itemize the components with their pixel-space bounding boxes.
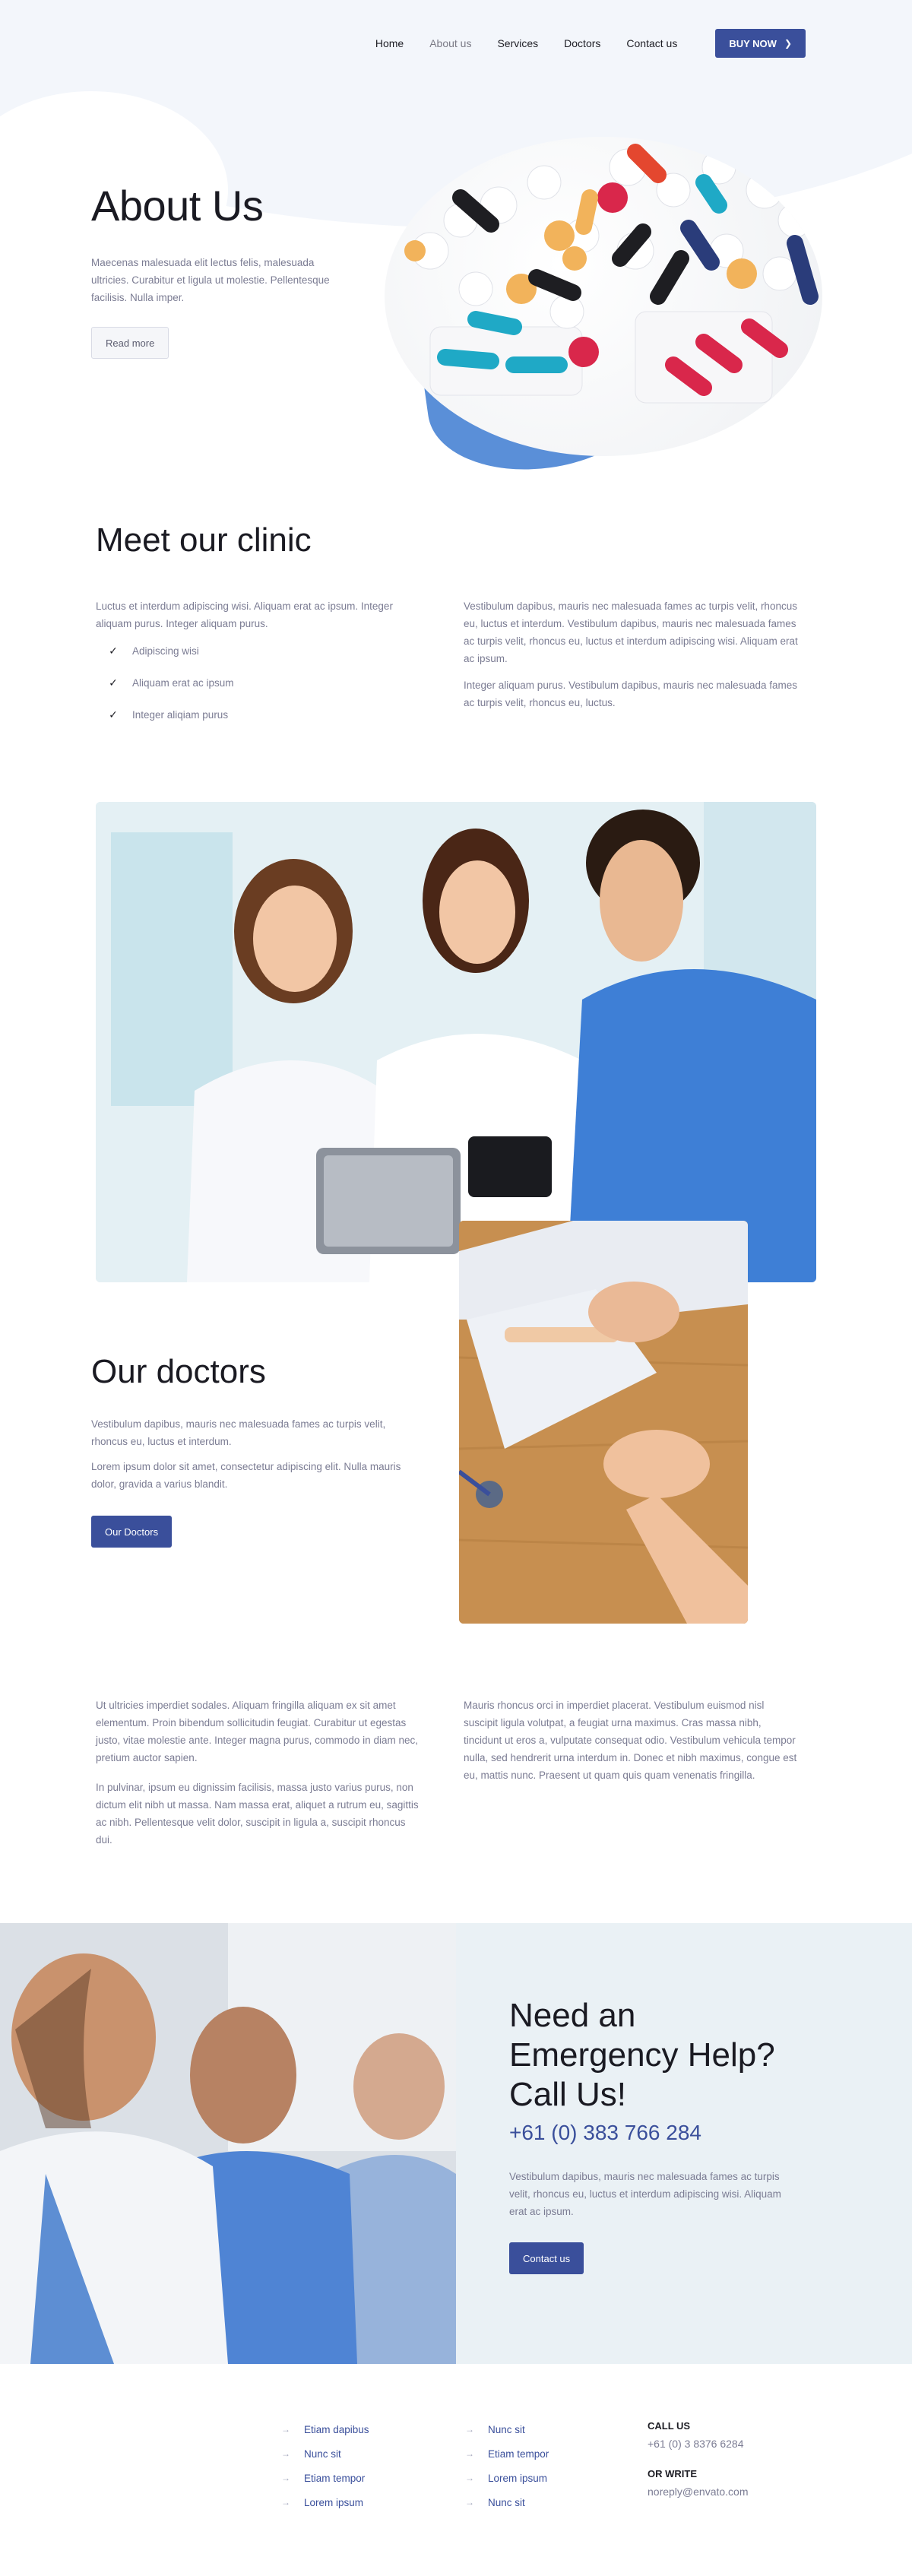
check-icon: ✓ xyxy=(109,644,118,657)
footer-links-col-1: → Etiam dapibus → Nunc sit → Etiam tempor →… xyxy=(281,2417,369,2514)
contact-us-button[interactable]: Contact us xyxy=(509,2242,584,2274)
doctors-title: Our doctors xyxy=(91,1353,266,1390)
emergency-title: Need an Emergency Help? Call Us! xyxy=(509,1997,775,2113)
doctors-team-photo xyxy=(96,802,816,1282)
footer-link[interactable]: → Lorem ipsum xyxy=(281,2490,369,2514)
clinic-title: Meet our clinic xyxy=(96,521,312,559)
main-nav: Home About us Services Doctors Contact u… xyxy=(375,29,806,58)
info-left-text-2: In pulvinar, ipsum eu dignissim facilisi… xyxy=(96,1782,419,1846)
info-right-text-1: Mauris rhoncus orci in imperdiet placera… xyxy=(464,1700,797,1781)
desk-photo xyxy=(459,1221,748,1624)
arrow-right-icon: → xyxy=(465,2424,474,2435)
footer-links-col-2: → Nunc sit → Etiam tempor → Lorem ipsum → Nu… xyxy=(465,2417,549,2514)
buy-now-label: BUY NOW xyxy=(729,37,777,49)
nav-doctors[interactable]: Doctors xyxy=(564,37,600,49)
info-left-text-1: Ut ultricies imperdiet sodales. Aliquam … xyxy=(96,1700,418,1763)
doctors-text-2: Lorem ipsum dolor sit amet, consectetur … xyxy=(91,1461,401,1490)
arrow-right-icon: → xyxy=(281,2448,290,2459)
clinic-right-text-1: Vestibulum dapibus, mauris nec malesuada… xyxy=(464,600,798,664)
footer-link[interactable]: → Nunc sit xyxy=(465,2490,549,2514)
footer-email[interactable]: noreply@envato.com xyxy=(648,2486,749,2498)
arrow-right-icon: → xyxy=(465,2473,474,2483)
emergency-text: Vestibulum dapibus, mauris nec malesuada… xyxy=(509,2171,781,2217)
buy-now-button[interactable]: BUY NOW ❯ xyxy=(715,29,806,58)
emergency-section: Need an Emergency Help? Call Us! +61 (0)… xyxy=(0,1923,912,2364)
footer-link[interactable]: → Lorem ipsum xyxy=(465,2466,549,2490)
doctors-text-1: Vestibulum dapibus, mauris nec malesuada… xyxy=(91,1418,386,1447)
footer-link[interactable]: → Etiam tempor xyxy=(465,2441,549,2466)
footer-link[interactable]: → Nunc sit xyxy=(281,2441,369,2466)
arrow-right-icon: → xyxy=(465,2497,474,2508)
arrow-right-icon: → xyxy=(465,2448,474,2459)
clinic-right-text-2: Integer aliquam purus. Vestibulum dapibu… xyxy=(464,680,797,708)
footer-link[interactable]: → Nunc sit xyxy=(465,2417,549,2441)
arrow-right-icon: → xyxy=(281,2424,290,2435)
nav-contact-us[interactable]: Contact us xyxy=(626,37,677,49)
footer-phone[interactable]: +61 (0) 3 8376 6284 xyxy=(648,2438,749,2450)
footer-contact: CALL US +61 (0) 3 8376 6284 OR WRITE nor… xyxy=(648,2420,749,2516)
nav-about-us[interactable]: About us xyxy=(429,37,471,49)
check-icon: ✓ xyxy=(109,676,118,689)
clinic-left-text: Luctus et interdum adipiscing wisi. Aliq… xyxy=(96,600,393,629)
footer-link[interactable]: → Etiam dapibus xyxy=(281,2417,369,2441)
or-write-label: OR WRITE xyxy=(648,2468,697,2479)
clinic-check-list: ✓ Adipiscing wisi ✓ Aliquam erat ac ipsum … xyxy=(106,635,234,730)
nav-home[interactable]: Home xyxy=(375,37,404,49)
list-item: ✓ Aliquam erat ac ipsum xyxy=(106,667,233,699)
list-item: ✓ Adipiscing wisi xyxy=(106,635,234,667)
chevron-right-icon: ❯ xyxy=(784,38,792,49)
emergency-phone[interactable]: +61 (0) 383 766 284 xyxy=(509,2121,701,2145)
footer-link[interactable]: → Etiam tempor xyxy=(281,2466,369,2490)
arrow-right-icon: → xyxy=(281,2473,290,2483)
page-title: About Us xyxy=(91,182,264,230)
read-more-button[interactable]: Read more xyxy=(91,327,169,359)
nav-services[interactable]: Services xyxy=(497,37,538,49)
check-icon: ✓ xyxy=(109,708,118,721)
arrow-right-icon: → xyxy=(281,2497,290,2508)
hero-text: Maecenas malesuada elit lectus felis, ma… xyxy=(91,257,330,303)
call-us-label: CALL US xyxy=(648,2420,691,2432)
emergency-photo xyxy=(0,1923,456,2364)
our-doctors-button[interactable]: Our Doctors xyxy=(91,1516,173,1548)
pills-image xyxy=(385,137,822,484)
list-item: ✓ Integer aliqiam purus xyxy=(106,699,234,730)
emergency-panel: Need an Emergency Help? Call Us! +61 (0)… xyxy=(456,1923,912,2364)
